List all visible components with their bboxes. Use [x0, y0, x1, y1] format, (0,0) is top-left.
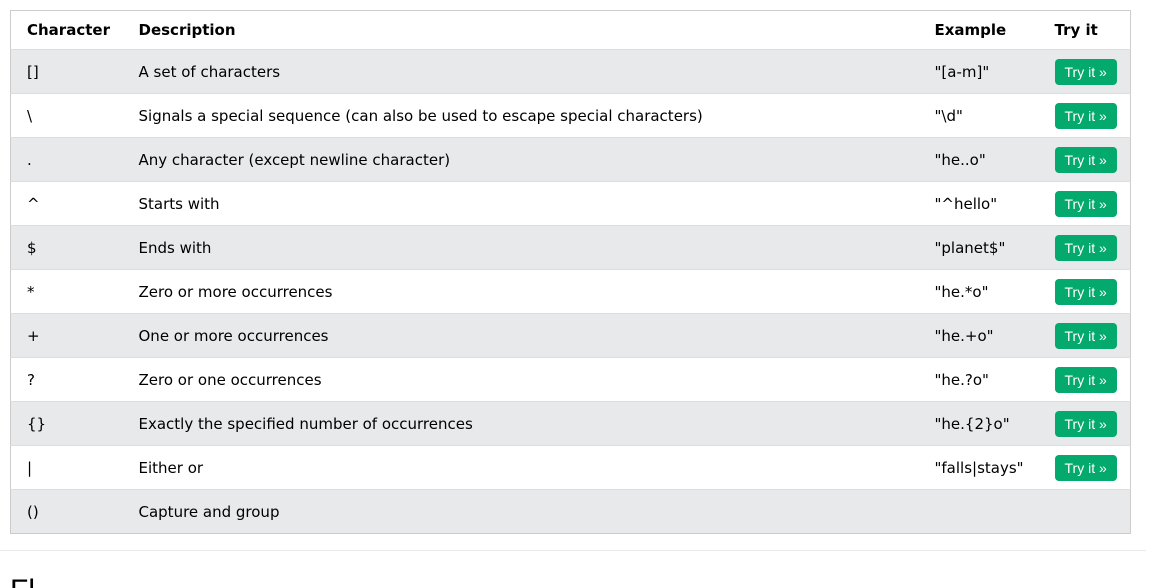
try-it-button[interactable]: Try it »: [1054, 102, 1117, 129]
description-cell: Ends with: [122, 225, 919, 270]
try-it-cell: Try it »: [1038, 269, 1131, 314]
table-row: | Either or "falls|stays" Try it »: [10, 445, 1131, 490]
character-cell: (): [10, 489, 123, 534]
table-row: () Capture and group: [10, 489, 1131, 534]
try-it-button[interactable]: Try it »: [1054, 366, 1117, 393]
description-cell: Either or: [122, 445, 919, 490]
try-it-button[interactable]: Try it »: [1054, 234, 1117, 261]
character-cell: {}: [10, 401, 123, 446]
try-it-button[interactable]: Try it »: [1054, 146, 1117, 173]
try-it-button[interactable]: Try it »: [1054, 454, 1117, 481]
description-cell: Exactly the specified number of occurren…: [122, 401, 919, 446]
try-it-cell: Try it »: [1038, 357, 1131, 402]
description-cell: A set of characters: [122, 49, 919, 94]
description-cell: Any character (except newline character): [122, 137, 919, 182]
try-it-cell: Try it »: [1038, 49, 1131, 94]
character-cell: +: [10, 313, 123, 358]
description-cell: Starts with: [122, 181, 919, 226]
description-cell: Zero or more occurrences: [122, 269, 919, 314]
header-example: Example: [918, 10, 1039, 50]
table-row: * Zero or more occurrences "he.*o" Try it »: [10, 269, 1131, 314]
example-cell: "he.?o": [918, 357, 1039, 402]
try-it-cell: Try it »: [1038, 93, 1131, 138]
table-row: {} Exactly the specified number of occurr…: [10, 401, 1131, 446]
try-it-button[interactable]: Try it »: [1054, 410, 1117, 437]
example-cell: "he.{2}o": [918, 401, 1039, 446]
table-row: ? Zero or one occurrences "he.?o" Try it »: [10, 357, 1131, 402]
table-row: . Any character (except newline character…: [10, 137, 1131, 182]
example-cell: "^hello": [918, 181, 1039, 226]
table-body: [] A set of characters "[a-m]" Try it » \ Sig…: [10, 49, 1131, 534]
table-row: [] A set of characters "[a-m]" Try it »: [10, 49, 1131, 94]
character-cell: |: [10, 445, 123, 490]
example-cell: "he.+o": [918, 313, 1039, 358]
header-try-it: Try it: [1038, 10, 1131, 50]
example-cell: "falls|stays": [918, 445, 1039, 490]
example-cell: "\d": [918, 93, 1039, 138]
table-row: ^ Starts with "^hello" Try it »: [10, 181, 1131, 226]
table-header-row: Character Description Example Try it: [10, 10, 1131, 50]
try-it-cell: Try it »: [1038, 181, 1131, 226]
page: Character Description Example Try it [] A…: [0, 0, 1160, 588]
description-cell: Signals a special sequence (can also be …: [122, 93, 919, 138]
table-row: \ Signals a special sequence (can also be…: [10, 93, 1131, 138]
try-it-cell: Try it »: [1038, 225, 1131, 270]
try-it-button[interactable]: Try it »: [1054, 322, 1117, 349]
table-row: $ Ends with "planet$" Try it »: [10, 225, 1131, 270]
character-cell: .: [10, 137, 123, 182]
description-cell: Capture and group: [122, 489, 919, 534]
try-it-cell: [1038, 489, 1131, 534]
example-cell: "[a-m]": [918, 49, 1039, 94]
header-description: Description: [122, 10, 919, 50]
table-row: + One or more occurrences "he.+o" Try it »: [10, 313, 1131, 358]
example-cell: [918, 489, 1039, 534]
metacharacters-table: Character Description Example Try it [] A…: [10, 10, 1131, 534]
character-cell: []: [10, 49, 123, 94]
description-cell: Zero or one occurrences: [122, 357, 919, 402]
character-cell: $: [10, 225, 123, 270]
try-it-button[interactable]: Try it »: [1054, 190, 1117, 217]
character-cell: ^: [10, 181, 123, 226]
example-cell: "planet$": [918, 225, 1039, 270]
try-it-button[interactable]: Try it »: [1054, 278, 1117, 305]
try-it-cell: Try it »: [1038, 137, 1131, 182]
section-divider: [0, 550, 1146, 551]
description-cell: One or more occurrences: [122, 313, 919, 358]
try-it-cell: Try it »: [1038, 401, 1131, 446]
character-cell: ?: [10, 357, 123, 402]
example-cell: "he.*o": [918, 269, 1039, 314]
example-cell: "he..o": [918, 137, 1039, 182]
header-character: Character: [10, 10, 123, 50]
try-it-cell: Try it »: [1038, 313, 1131, 358]
character-cell: *: [10, 269, 123, 314]
try-it-cell: Try it »: [1038, 445, 1131, 490]
next-section-heading: Fl: [10, 576, 35, 588]
character-cell: \: [10, 93, 123, 138]
try-it-button[interactable]: Try it »: [1054, 58, 1117, 85]
